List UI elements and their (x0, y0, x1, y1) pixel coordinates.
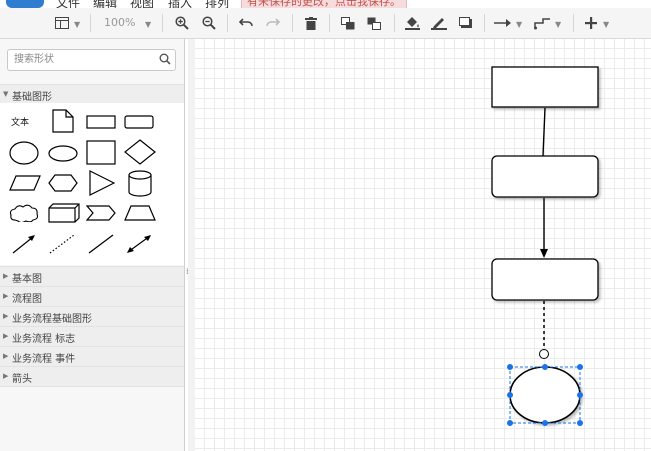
insert-icon[interactable] (583, 14, 599, 32)
diagram-rounded-rectangle[interactable] (491, 155, 599, 198)
toolbar-divider (162, 14, 163, 32)
delete-icon[interactable] (303, 14, 319, 32)
section-label: 基本图 (12, 274, 42, 285)
toolbar-divider (90, 14, 91, 32)
to-front-icon[interactable] (340, 14, 356, 32)
shape-text[interactable]: 文本 (11, 115, 29, 128)
section-label: 业务流程 标志 (12, 334, 76, 345)
connector-line[interactable] (542, 107, 546, 157)
section-label: 箭头 (12, 374, 32, 385)
diagram-rounded-rectangle[interactable] (491, 258, 599, 301)
undo-icon[interactable] (238, 14, 254, 32)
section-header-bpmn-events[interactable]: ▶ 业务流程 事件 (0, 346, 184, 367)
chevron-right-icon: ▶ (3, 292, 9, 300)
toolbar-divider (394, 14, 395, 32)
shape-cloud[interactable] (9, 204, 39, 222)
page-view-icon[interactable] (52, 14, 72, 32)
shape-line[interactable] (87, 233, 115, 255)
diagram-ellipse[interactable] (509, 366, 581, 424)
chevron-right-icon: ▶ (3, 372, 9, 380)
shape-rectangle[interactable] (86, 115, 116, 129)
toolbar-divider (292, 14, 293, 32)
shape-bidirectional-arrow[interactable] (125, 233, 153, 255)
section-header-flowchart[interactable]: ▶ 流程图 (0, 286, 184, 307)
shape-search-input[interactable] (8, 50, 160, 68)
chevron-right-icon: ▶ (3, 312, 9, 320)
zoom-out-icon[interactable] (201, 14, 217, 32)
chevron-down-icon[interactable]: ▼ (74, 20, 80, 29)
shape-square[interactable] (86, 140, 116, 165)
shape-cube[interactable] (48, 203, 80, 223)
section-label: 业务流程 事件 (12, 354, 76, 365)
chevron-right-icon: ▶ (3, 332, 9, 340)
app-logo[interactable] (6, 0, 44, 8)
shape-cylinder[interactable] (128, 170, 152, 197)
chevron-right-icon: ▶ (3, 352, 9, 360)
shape-document[interactable] (52, 109, 74, 133)
redo-icon[interactable] (265, 14, 281, 32)
chevron-down-icon: ▼ (3, 90, 9, 98)
toolbar-divider (484, 14, 485, 32)
to-back-icon[interactable] (366, 14, 382, 32)
toolbar: ▼ 100% ▼ ▼ ▼ ▼ (0, 8, 651, 39)
toolbar-divider (573, 14, 574, 32)
shadow-icon[interactable] (458, 14, 474, 32)
shape-palette: 文本 (0, 103, 184, 265)
toolbar-divider (329, 14, 330, 32)
shape-dotted-line[interactable] (48, 233, 76, 255)
chevron-down-icon[interactable]: ▼ (145, 20, 151, 29)
line-color-icon[interactable] (430, 14, 448, 32)
section-header-basic-shapes[interactable]: ▼ 基础图形 (0, 84, 184, 105)
splitter-grip-icon[interactable]: ⁞ (186, 267, 189, 276)
shape-circle[interactable] (9, 141, 39, 165)
shape-step[interactable] (86, 205, 116, 221)
chevron-right-icon: ▶ (3, 272, 9, 280)
shape-parallelogram[interactable] (9, 175, 41, 191)
connection-point[interactable] (539, 349, 549, 359)
arrowhead-icon (540, 249, 548, 258)
section-label: 业务流程基础图形 (12, 314, 92, 325)
shape-diamond[interactable] (124, 139, 156, 165)
shape-trapezoid[interactable] (124, 205, 156, 221)
section-header-bpmn-markers[interactable]: ▶ 业务流程 标志 (0, 326, 184, 347)
section-header-arrows[interactable]: ▶ 箭头 (0, 366, 184, 387)
shape-rounded-rectangle[interactable] (124, 115, 154, 129)
shape-hexagon[interactable] (48, 174, 78, 192)
section-label: 基础图形 (12, 92, 52, 103)
connection-icon[interactable] (493, 14, 513, 32)
splitter[interactable] (188, 39, 195, 451)
zoom-level[interactable]: 100% (104, 14, 135, 32)
menu-view[interactable]: 视图 (130, 0, 154, 8)
diagram (491, 66, 599, 426)
shape-arrow-line[interactable] (11, 233, 37, 255)
unsaved-changes-notice[interactable]: 有未保存的更改，点击我保存。 (241, 0, 407, 8)
zoom-in-icon[interactable] (174, 14, 190, 32)
chevron-down-icon[interactable]: ▼ (555, 20, 561, 29)
diagram-rectangle[interactable] (491, 66, 599, 108)
shape-ellipse[interactable] (48, 145, 78, 162)
diagram-canvas[interactable] (195, 39, 651, 451)
menu-file[interactable]: 文件 (56, 0, 80, 8)
waypoints-icon[interactable] (533, 14, 553, 32)
chevron-down-icon[interactable]: ▼ (603, 20, 609, 29)
menu-insert[interactable]: 插入 (168, 0, 192, 8)
menu-arrange[interactable]: 排列 (205, 0, 229, 8)
section-label: 流程图 (12, 294, 42, 305)
section-header-basic-diagram[interactable]: ▶ 基本图 (0, 266, 184, 287)
shape-search-box (7, 49, 176, 71)
shape-sidebar: ▼ 基础图形 文本 ▶ 基本图 ▶ 流程图 ▶ 业务流程基础图形 (0, 39, 185, 451)
menu-bar: 文件 编辑 视图 插入 排列 有未保存的更改，点击我保存。 (0, 0, 651, 8)
search-icon[interactable] (159, 53, 171, 68)
shape-triangle[interactable] (89, 170, 115, 196)
fill-color-icon[interactable] (404, 14, 420, 32)
section-header-bpmn-basic[interactable]: ▶ 业务流程基础图形 (0, 306, 184, 327)
toolbar-divider (227, 14, 228, 32)
menu-edit[interactable]: 编辑 (93, 0, 117, 8)
chevron-down-icon[interactable]: ▼ (516, 20, 522, 29)
